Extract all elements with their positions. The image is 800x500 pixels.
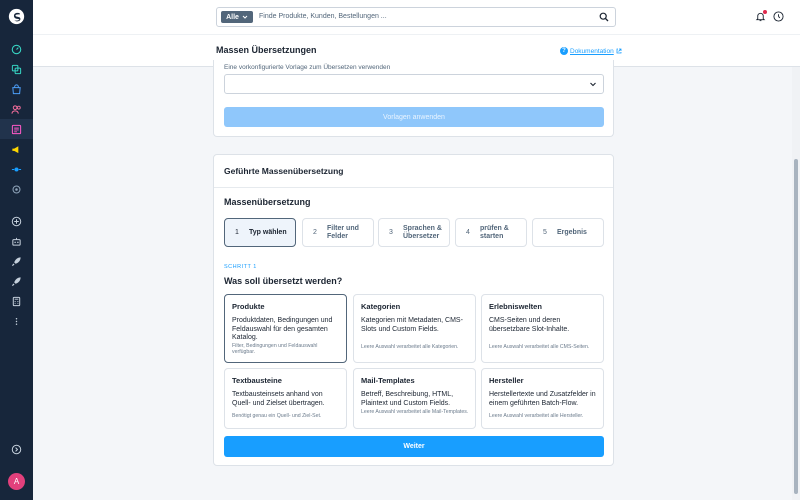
card-divider [214, 187, 613, 188]
option-title: Erlebniswelten [489, 302, 542, 311]
option-note: Leere Auswahl verarbeitet alle CMS-Seite… [489, 344, 590, 350]
step-review[interactable]: 4 prüfen & starten [455, 218, 527, 247]
option-description: Kategorien mit Metadaten, CMS-Slots und … [361, 317, 463, 333]
option-title: Textbausteine [232, 376, 282, 385]
shopware-logo-icon[interactable] [8, 8, 25, 25]
marketing-icon[interactable] [10, 143, 23, 156]
option-note: Leere Auswahl verarbeitet alle Mail-Temp… [361, 409, 469, 415]
settings-icon[interactable] [10, 183, 23, 196]
option-title: Produkte [232, 302, 265, 311]
option-description: Produktdaten, Bedingungen und Feldauswah… [232, 317, 333, 341]
page-title: Massen Übersetzungen [216, 45, 317, 55]
option-description: Betreff, Beschreibung, HTML, Plaintext u… [361, 391, 454, 407]
template-card: Eine vorkonfigurierte Vorlage zum Überse… [213, 60, 614, 137]
card-title: Geführte Massenübersetzung [224, 166, 344, 176]
section-title: Massenübersetzung [224, 197, 311, 207]
rocket-alt-icon[interactable] [10, 275, 23, 288]
step-languages[interactable]: 3 Sprachen & Übersetzer [378, 218, 450, 247]
option-description: Herstellertexte und Zusatzfelder in eine… [489, 391, 596, 407]
content-icon[interactable] [10, 123, 23, 136]
rocket-icon[interactable] [10, 255, 23, 268]
template-select-label: Eine vorkonfigurierte Vorlage zum Überse… [224, 64, 391, 71]
chevron-down-icon [242, 15, 248, 19]
option-experiences[interactable]: Erlebniswelten CMS-Seiten und deren über… [481, 294, 604, 363]
external-link-icon [616, 48, 622, 54]
search-type-select[interactable]: Alle [221, 11, 253, 23]
robot-icon[interactable] [10, 235, 23, 248]
header-divider [33, 34, 800, 35]
step-filter[interactable]: 2 Filter und Felder [302, 218, 374, 247]
option-manufacturers[interactable]: Hersteller Herstellertexte und Zusatzfel… [481, 368, 604, 429]
documentation-link[interactable]: ? Dokumentation [560, 47, 622, 55]
option-note: Leere Auswahl verarbeitet alle Kategorie… [361, 344, 459, 350]
user-avatar[interactable]: A [8, 473, 25, 490]
step-label: Sprachen & Übersetzer [403, 224, 442, 240]
extensions-icon[interactable] [10, 163, 23, 176]
step-label: Ergebnis [557, 228, 587, 236]
dashboard-icon[interactable] [10, 43, 23, 56]
search-type-label: Alle [226, 13, 239, 21]
scrollbar-thumb[interactable] [794, 159, 798, 494]
option-title: Mail-Templates [361, 376, 415, 385]
option-categories[interactable]: Kategorien Kategorien mit Metadaten, CMS… [353, 294, 476, 363]
step-label: Typ wählen [249, 228, 287, 236]
option-title: Kategorien [361, 302, 401, 311]
more-icon[interactable] [10, 315, 23, 328]
page-scrollbar[interactable] [792, 67, 800, 500]
option-title: Hersteller [489, 376, 524, 385]
step-result[interactable]: 5 Ergebnis [532, 218, 604, 247]
question-circle-icon: ? [560, 47, 568, 55]
option-mail-templates[interactable]: Mail-Templates Betreff, Beschreibung, HT… [353, 368, 476, 429]
step-number: 1 [235, 229, 239, 236]
option-note: Leere Auswahl verarbeitet alle Herstelle… [489, 413, 584, 419]
help-icon[interactable] [773, 11, 784, 22]
option-description: Textbausteinsets anhand von Quell- und Z… [232, 391, 325, 407]
step-number: 4 [466, 229, 470, 236]
catalogue-icon[interactable] [10, 63, 23, 76]
option-note: Filter, Bedingungen und Feldauswahl verf… [232, 343, 318, 355]
apply-template-button[interactable]: Vorlagen anwenden [224, 107, 604, 127]
guided-translation-card: Geführte Massenübersetzung Massenüberset… [213, 154, 614, 466]
add-icon[interactable] [10, 215, 23, 228]
orders-icon[interactable] [10, 83, 23, 96]
customers-icon[interactable] [10, 103, 23, 116]
template-select[interactable] [224, 74, 604, 94]
collapse-sidebar-icon[interactable] [10, 443, 23, 456]
step-eyebrow: SCHRITT 1 [224, 264, 257, 270]
sidebar: A [0, 0, 33, 500]
step-number: 3 [389, 229, 393, 236]
notification-dot [763, 10, 767, 14]
step-question: Was soll übersetzt werden? [224, 276, 343, 286]
option-description: CMS-Seiten und deren übersetzbare Slot-I… [489, 317, 570, 333]
step-number: 5 [543, 229, 547, 236]
chevron-down-icon [590, 82, 596, 87]
step-label: prüfen & starten [480, 224, 509, 240]
search-icon[interactable] [599, 12, 609, 22]
documentation-link-label[interactable]: Dokumentation [570, 48, 614, 55]
step-label: Filter und Felder [327, 224, 359, 240]
next-button[interactable]: Weiter [224, 436, 604, 457]
option-note: Benötigt genau ein Quell- und Ziel-Set. [232, 413, 322, 419]
step-type[interactable]: 1 Typ wählen [224, 218, 296, 247]
calculator-icon[interactable] [10, 295, 23, 308]
option-snippets[interactable]: Textbausteine Textbausteinsets anhand vo… [224, 368, 347, 429]
step-number: 2 [313, 229, 317, 236]
top-header: Alle Finde Produkte, Kunden, Bestellunge… [33, 0, 800, 67]
search-placeholder[interactable]: Finde Produkte, Kunden, Bestellungen ... [259, 13, 387, 20]
global-search[interactable]: Alle Finde Produkte, Kunden, Bestellunge… [216, 7, 616, 27]
option-products[interactable]: Produkte Produktdaten, Bedingungen und F… [224, 294, 347, 363]
